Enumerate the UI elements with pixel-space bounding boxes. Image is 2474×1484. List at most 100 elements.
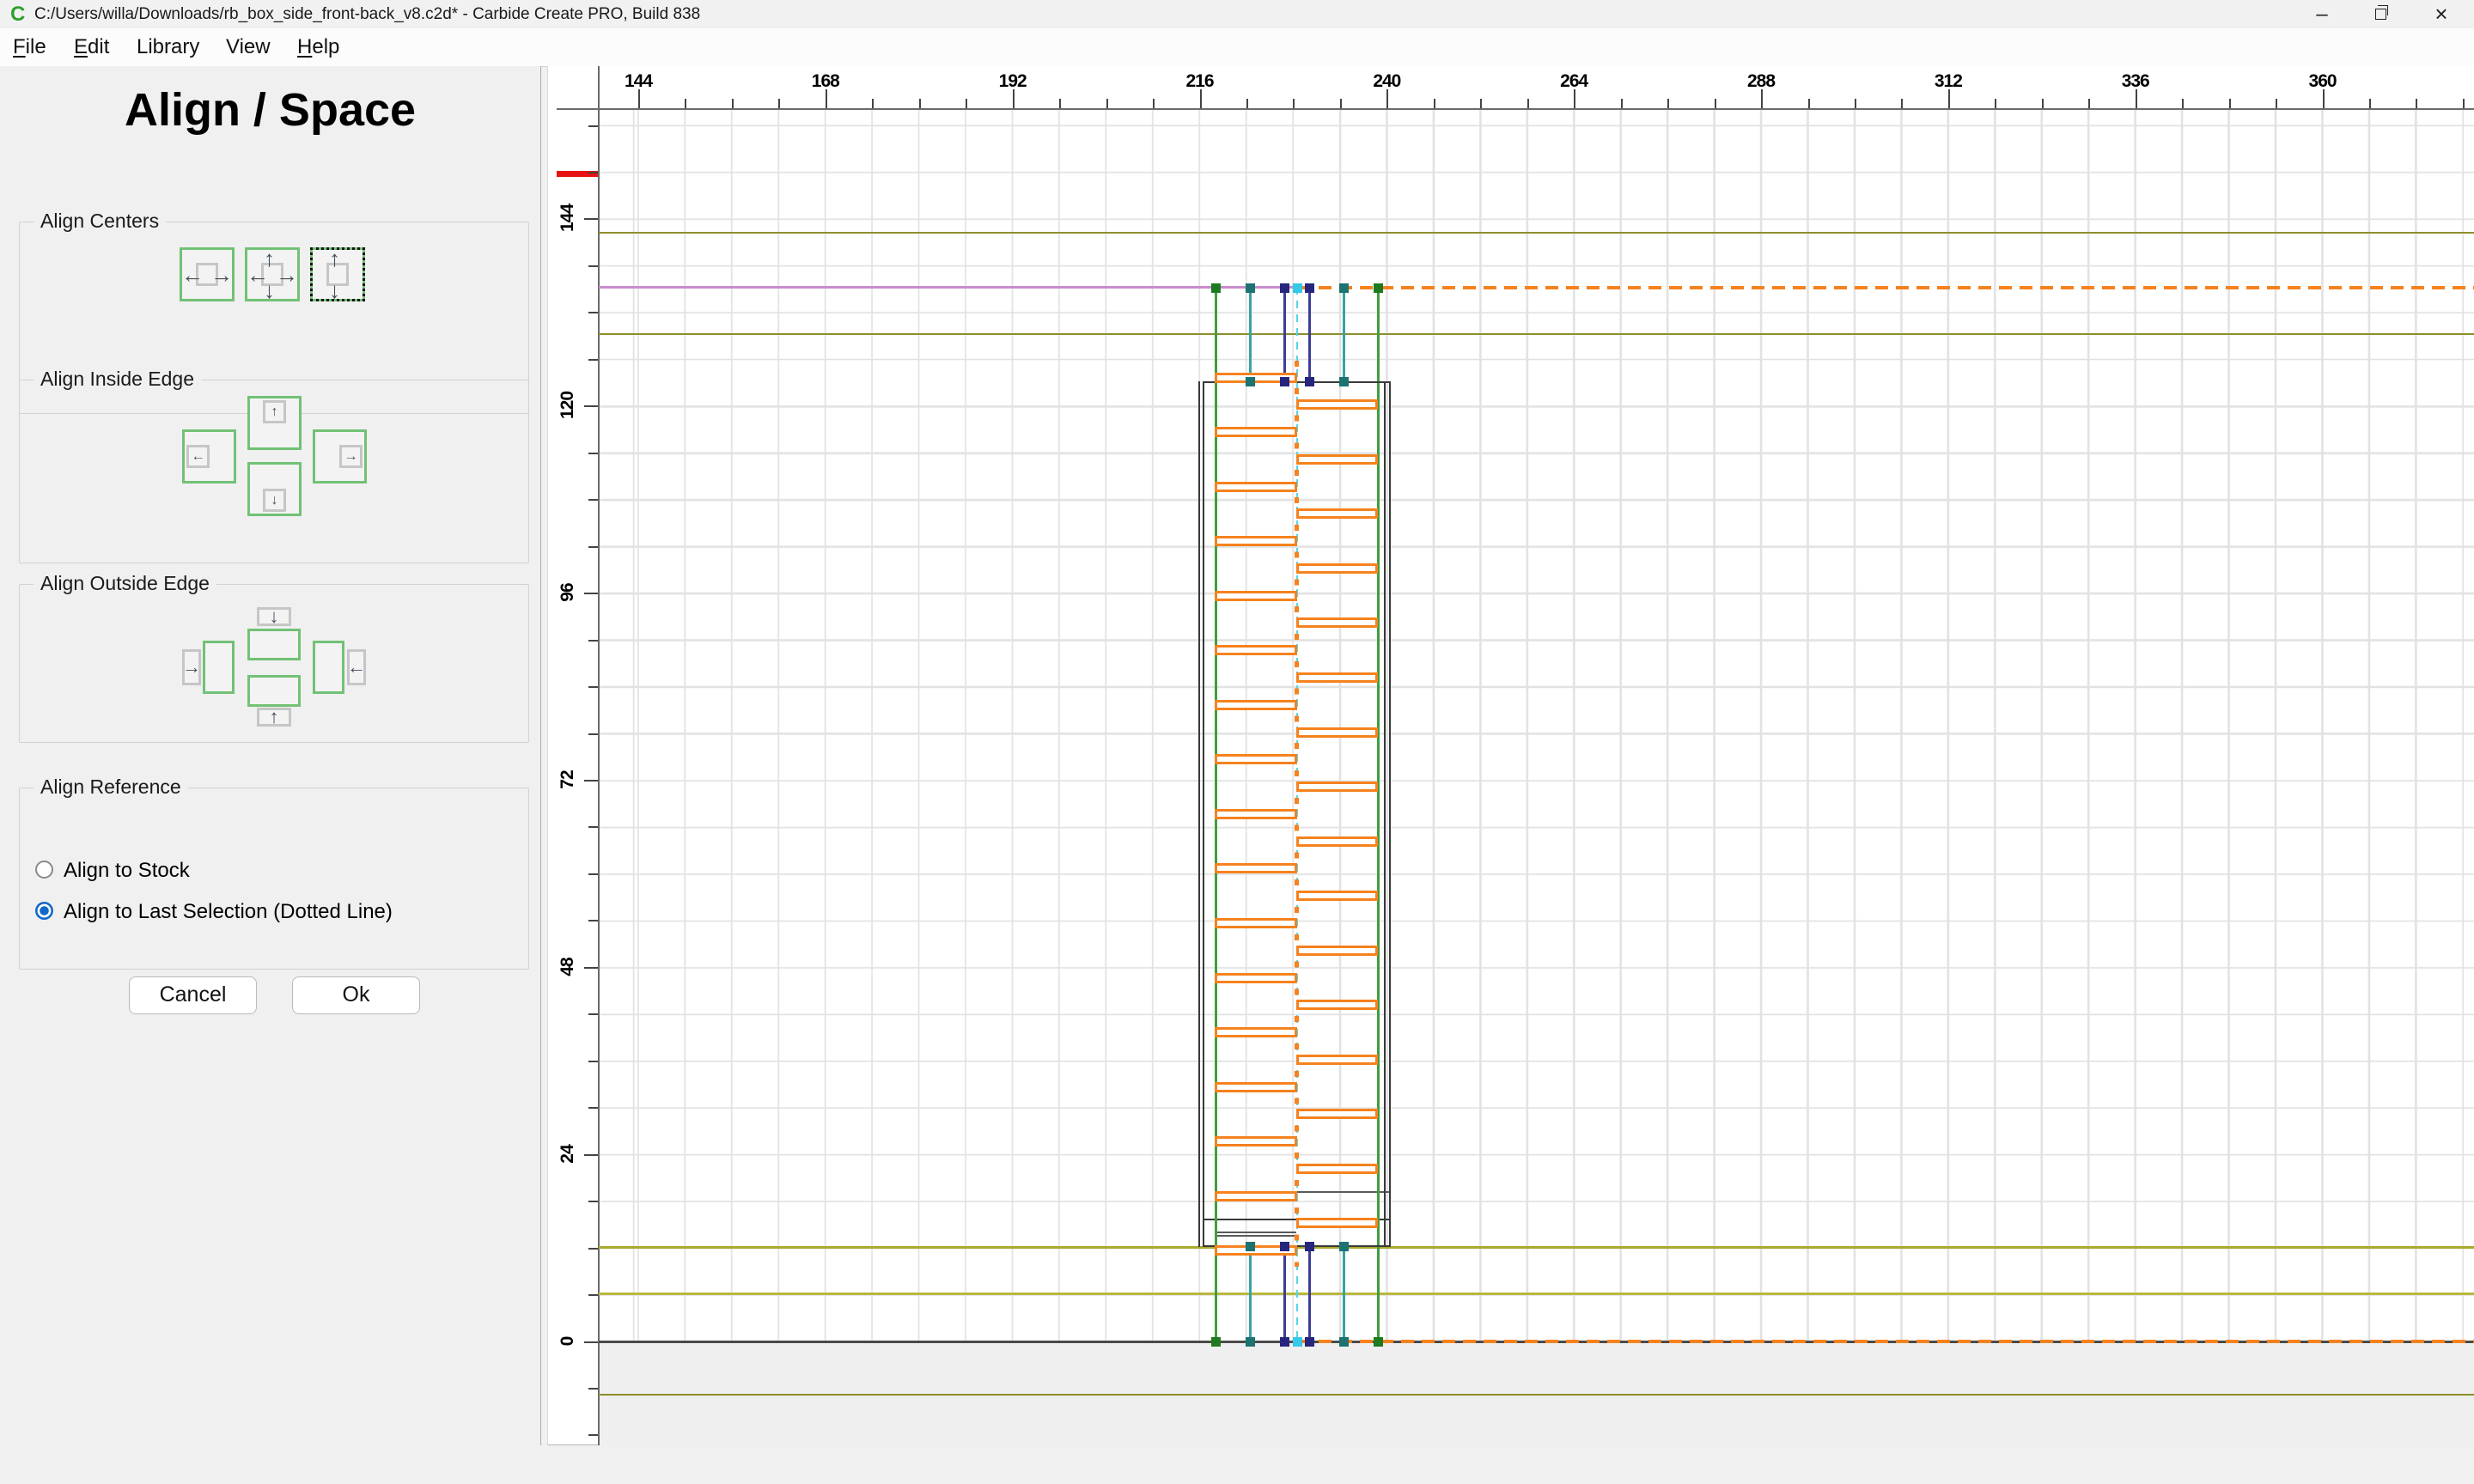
vector-line-teal[interactable] [1343, 1246, 1345, 1341]
left-ruler-major-tick [584, 780, 598, 782]
finger-slot-right[interactable] [1296, 727, 1378, 738]
finger-slot-left[interactable] [1215, 1082, 1297, 1092]
left-ruler-minor-tick [588, 1294, 598, 1296]
top-ruler-minor-tick [2416, 99, 2417, 108]
finger-slot-left[interactable] [1215, 700, 1297, 710]
finger-slot-right[interactable] [1296, 1000, 1378, 1010]
restore-icon [2375, 9, 2386, 20]
finger-slot-left[interactable] [1215, 591, 1297, 601]
menu-item-library[interactable]: Library [137, 28, 199, 65]
vector-line-navy[interactable] [1308, 1246, 1311, 1341]
menu-item-view[interactable]: View [226, 28, 271, 65]
cancel-button[interactable]: Cancel [129, 976, 257, 1014]
align-center-both-button[interactable]: ← → ↑ ↓ [245, 247, 300, 301]
top-ruler-edge [557, 108, 2474, 110]
align-outside-bottom-button[interactable] [247, 675, 301, 707]
top-ruler-major-tick [2323, 89, 2325, 108]
align-outside-left-button[interactable] [203, 641, 235, 694]
top-ruler-major-tick [1948, 89, 1950, 108]
radio-align-to-stock[interactable] [35, 861, 53, 879]
left-ruler-minor-tick [588, 172, 598, 173]
outline-vertical-black[interactable] [1198, 381, 1200, 1247]
finger-slot-left[interactable] [1215, 536, 1297, 546]
vector-line-teal[interactable] [1343, 287, 1345, 381]
arrow-down-icon: ↓ [264, 279, 275, 301]
align-outside-right-button[interactable] [313, 641, 344, 694]
vector-line-teal[interactable] [1249, 287, 1252, 381]
align-inside-top-button[interactable]: ↑ [247, 396, 302, 450]
group-align-outside-edge-label: Align Outside Edge [34, 572, 216, 595]
finger-slot-right[interactable] [1296, 1109, 1378, 1119]
top-ruler-minor-tick [1808, 99, 1810, 108]
top-ruler-major-tick [1013, 89, 1015, 108]
finger-slot-left[interactable] [1215, 1191, 1297, 1201]
finger-slot-right[interactable] [1296, 891, 1378, 901]
ok-button[interactable]: Ok [292, 976, 420, 1014]
close-button[interactable]: × [2413, 0, 2470, 28]
endpoint-marker [1246, 283, 1255, 293]
arrow-right-icon: → [276, 264, 298, 286]
align-outside-top-button[interactable] [247, 629, 301, 660]
guide-line-magenta [599, 286, 1298, 289]
minimize-button[interactable]: – [2294, 0, 2350, 28]
group-align-reference-label: Align Reference [34, 775, 188, 799]
left-ruler-minor-tick [588, 1201, 598, 1202]
finger-slot-right[interactable] [1296, 617, 1378, 628]
finger-slot-right[interactable] [1296, 563, 1378, 574]
title-bar: C C:/Users/willa/Downloads/rb_box_side_f… [0, 0, 2474, 28]
top-ruler-minor-tick [732, 99, 734, 108]
vector-line-navy[interactable] [1283, 287, 1286, 381]
finger-slot-right[interactable] [1296, 508, 1378, 519]
finger-slot-left[interactable] [1215, 754, 1297, 764]
finger-slot-right[interactable] [1296, 1055, 1378, 1065]
finger-slot-right[interactable] [1296, 782, 1378, 792]
menu-item-edit[interactable]: Edit [74, 28, 109, 65]
align-inside-bottom-button[interactable]: ↓ [247, 462, 302, 516]
finger-slot-left[interactable] [1215, 973, 1297, 983]
finger-slot-left[interactable] [1215, 645, 1297, 655]
top-ruler-minor-tick [1340, 99, 1342, 108]
radio-align-to-last-selection[interactable] [35, 902, 53, 920]
finger-slot-left[interactable] [1215, 427, 1297, 437]
finger-slot-left[interactable] [1215, 1027, 1297, 1037]
finger-slot-left[interactable] [1215, 1136, 1297, 1146]
finger-slot-left[interactable] [1215, 482, 1297, 492]
vector-line-navy[interactable] [1283, 1246, 1286, 1341]
window-title: C:/Users/willa/Downloads/rb_box_side_fro… [34, 0, 700, 28]
menu-item-file[interactable]: File [13, 28, 46, 65]
endpoint-marker [1280, 283, 1289, 293]
left-ruler-minor-tick [588, 312, 598, 313]
top-ruler-minor-tick [1901, 99, 1903, 108]
finger-slot-right[interactable] [1296, 836, 1378, 847]
finger-slot-right[interactable] [1296, 399, 1378, 410]
finger-slot-right[interactable] [1296, 1164, 1378, 1174]
finger-slot-left[interactable] [1215, 918, 1297, 928]
top-ruler-minor-tick [1667, 99, 1669, 108]
endpoint-marker [1305, 377, 1314, 386]
align-inside-left-button[interactable]: ← [182, 429, 236, 484]
finger-slot-left[interactable] [1215, 863, 1297, 873]
finger-slot-left[interactable] [1215, 809, 1297, 819]
vector-line-navy[interactable] [1308, 287, 1311, 381]
top-ruler-minor-tick [1246, 99, 1248, 108]
finger-slot-right[interactable] [1296, 1218, 1378, 1228]
left-ruler-major-tick [584, 1154, 598, 1156]
design-canvas[interactable]: 1441681922162402642883123363600244872961… [547, 66, 2474, 1445]
align-center-vertical-button[interactable]: ↑ ↓ [310, 247, 365, 301]
finger-slot-right[interactable] [1296, 454, 1378, 465]
left-ruler-minor-tick [588, 1388, 598, 1390]
finger-slot-right[interactable] [1296, 946, 1378, 956]
top-ruler-minor-tick [1153, 99, 1155, 108]
menu-item-help[interactable]: Help [297, 28, 339, 65]
left-ruler-minor-tick [588, 499, 598, 501]
top-ruler-major-tick [1574, 89, 1575, 108]
top-ruler-minor-tick [2369, 99, 2371, 108]
left-ruler-minor-tick [588, 1434, 598, 1436]
vector-line-teal[interactable] [1249, 1246, 1252, 1341]
finger-slot-right[interactable] [1296, 672, 1378, 683]
left-ruler-minor-tick [588, 686, 598, 688]
align-center-horizontal-button[interactable]: ← → [180, 247, 235, 301]
restore-button[interactable] [2353, 0, 2410, 28]
align-inside-right-button[interactable]: → [313, 429, 367, 484]
arrow-up-box-icon: ↑ [257, 708, 291, 727]
